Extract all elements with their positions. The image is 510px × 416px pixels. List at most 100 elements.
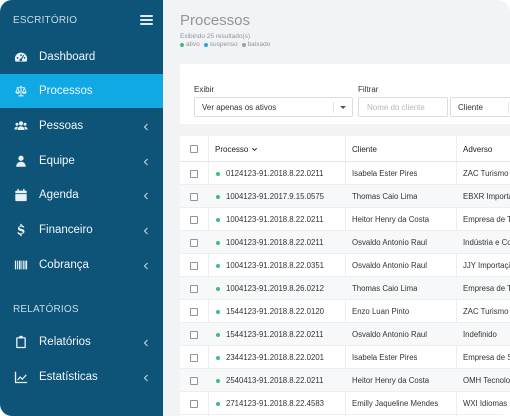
row-select-cell [190, 277, 198, 300]
table-row[interactable]: 1004123-91.2017.9.15.0575 Thomas Caio Lim… [180, 185, 510, 208]
status-dot-icon [216, 286, 220, 291]
sidebar-item-label: Equipe [39, 155, 75, 167]
section-office-heading: ESCRITÓRIO [13, 14, 78, 26]
processo-cell[interactable]: 2714123-91.2018.8.22.4583 [216, 392, 324, 415]
processo-cell[interactable]: 1544123-91.2018.8.22.0211 [216, 323, 323, 346]
row-checkbox[interactable] [190, 399, 198, 408]
adverso-cell: OMH Tecnolo [463, 376, 510, 385]
adverso-cell: Empresa de T [463, 284, 510, 293]
processo-cell[interactable]: 0124123-91.2018.8.22.0211 [216, 162, 323, 185]
sidebar-item-cobranca[interactable]: Cobrança [0, 248, 163, 282]
select-all-checkbox[interactable] [190, 145, 198, 153]
chevron-left-icon [140, 189, 152, 201]
processo-number: 1004123-91.2019.8.26.0212 [226, 284, 324, 293]
sidebar-item-label: Processos [39, 85, 93, 97]
column-header-processo[interactable]: Processo [215, 136, 258, 162]
processo-number: 1004123-91.2017.9.15.0575 [226, 192, 324, 201]
adverso-cell: WXI Idiomas I [463, 399, 510, 408]
status-dot-icon [216, 378, 220, 383]
filter-type-select[interactable]: Cliente [450, 97, 510, 117]
row-checkbox[interactable] [190, 353, 198, 362]
caret-down-icon [340, 106, 346, 109]
sidebar-item-agenda[interactable]: Agenda [0, 178, 163, 212]
filter-panel: Exibir Ver apenas os ativos Filtrar Nome… [180, 64, 510, 124]
status-legend: ativo suspenso baixado [180, 41, 270, 48]
chevron-left-icon [140, 371, 152, 383]
table-row[interactable]: 0124123-91.2018.8.22.0211 Isabela Ester P… [180, 162, 510, 185]
sidebar-item-label: Cobrança [39, 259, 89, 271]
row-select-cell [190, 346, 198, 369]
processo-number: 2344123-91.2018.8.22.0201 [226, 353, 324, 362]
status-dot-icon [203, 42, 208, 47]
processo-cell[interactable]: 1004123-91.2018.8.22.0351 [216, 254, 324, 277]
sidebar-item-relatorios[interactable]: Relatórios [0, 325, 163, 359]
processo-cell[interactable]: 1544123-91.2018.8.22.0120 [216, 300, 324, 323]
table-row[interactable]: 2540413-91.2018.8.22.0211 Heitor Henry da… [180, 369, 510, 392]
table-row[interactable]: 1004123-91.2019.8.26.0212 Thomas Caio Lim… [180, 277, 510, 300]
status-dot-icon [216, 217, 220, 222]
row-checkbox[interactable] [190, 238, 198, 247]
menu-toggle-icon[interactable] [140, 15, 153, 25]
table-row[interactable]: 2714123-91.2018.8.22.4583 Emilly Jaquelin… [180, 392, 510, 415]
sidebar-header: ESCRITÓRIO [0, 0, 163, 40]
row-select-cell [190, 162, 198, 185]
calendar-icon [13, 187, 29, 203]
client-name-input[interactable]: Nome do cliente [358, 97, 448, 117]
status-dot-icon [216, 355, 220, 360]
exibir-select-value: Ver apenas os ativos [202, 102, 277, 112]
processo-cell[interactable]: 1004123-91.2017.9.15.0575 [216, 185, 324, 208]
cliente-cell: Heitor Henry da Costa [352, 376, 430, 385]
cliente-cell: Osvaldo Antonio Raul [352, 261, 427, 270]
status-dot-icon [241, 42, 246, 47]
table-row[interactable]: 1004123-91.2018.8.22.0211 Heitor Henry da… [180, 208, 510, 231]
processes-table: Processo Cliente Adverso 0124123-91.2018… [180, 136, 510, 416]
row-select-cell [190, 369, 198, 392]
table-row[interactable]: 1004123-91.2018.8.22.0351 Osvaldo Antonio… [180, 254, 510, 277]
adverso-cell: Indústria e Co [463, 238, 510, 247]
processo-number: 1544123-91.2018.8.22.0211 [226, 330, 324, 339]
sidebar-item-equipe[interactable]: Equipe [0, 144, 163, 178]
row-select-cell [190, 185, 198, 208]
row-checkbox[interactable] [190, 169, 198, 178]
processo-cell[interactable]: 1004123-91.2018.8.22.0211 [216, 231, 323, 254]
processo-cell[interactable]: 1004123-91.2019.8.26.0212 [216, 277, 324, 300]
status-dot-icon [216, 240, 220, 245]
table-row[interactable]: 2344123-91.2018.8.22.0201 Isabela Ester P… [180, 346, 510, 369]
row-checkbox[interactable] [190, 330, 198, 339]
processo-cell[interactable]: 2540413-91.2018.8.22.0211 [216, 369, 323, 392]
exibir-select[interactable]: Ver apenas os ativos [194, 97, 353, 117]
row-checkbox[interactable] [190, 215, 198, 224]
sidebar-item-label: Relatórios [39, 336, 91, 348]
adverso-cell: EBXR Importaç [463, 192, 510, 201]
row-checkbox[interactable] [190, 261, 198, 270]
cliente-cell: Osvaldo Antonio Raul [352, 238, 427, 247]
chevron-left-icon [140, 336, 152, 348]
table-row[interactable]: 1544123-91.2018.8.22.0120 Enzo Luan Pinto… [180, 300, 510, 323]
cliente-cell: Heitor Henry da Costa [352, 215, 430, 224]
adverso-cell: ZAC Turismo [463, 307, 509, 316]
table-row[interactable]: 1544123-91.2018.8.22.0211 Osvaldo Antonio… [180, 323, 510, 346]
sidebar-item-pessoas[interactable]: Pessoas [0, 109, 163, 143]
sidebar-item-estatisticas[interactable]: Estatísticas [0, 360, 163, 394]
processo-cell[interactable]: 2344123-91.2018.8.22.0201 [216, 346, 324, 369]
row-select-cell [190, 254, 198, 277]
chevron-left-icon [140, 224, 152, 236]
row-checkbox[interactable] [190, 307, 198, 316]
table-row[interactable]: 1004123-91.2018.8.22.0211 Osvaldo Antonio… [180, 231, 510, 254]
sidebar-item-label: Agenda [39, 189, 79, 201]
column-header-cliente[interactable]: Cliente [352, 136, 377, 162]
column-header-adverso[interactable]: Adverso [463, 136, 492, 162]
section-reports-heading: RELATÓRIOS [13, 304, 79, 315]
legend-item-active: ativo [180, 41, 200, 48]
status-dot-icon [216, 401, 220, 406]
processo-cell[interactable]: 1004123-91.2018.8.22.0211 [216, 208, 323, 231]
cliente-cell: Thomas Caio Lima [352, 192, 418, 201]
filter-type-value: Cliente [458, 102, 483, 112]
sidebar-item-processos[interactable]: Processos [0, 74, 163, 108]
sidebar-item-dashboard[interactable]: Dashboard [0, 40, 163, 74]
sidebar-item-label: Pessoas [39, 120, 84, 132]
row-checkbox[interactable] [190, 192, 198, 201]
row-checkbox[interactable] [190, 376, 198, 385]
row-checkbox[interactable] [190, 284, 198, 293]
sidebar-item-financeiro[interactable]: Financeiro [0, 213, 163, 247]
